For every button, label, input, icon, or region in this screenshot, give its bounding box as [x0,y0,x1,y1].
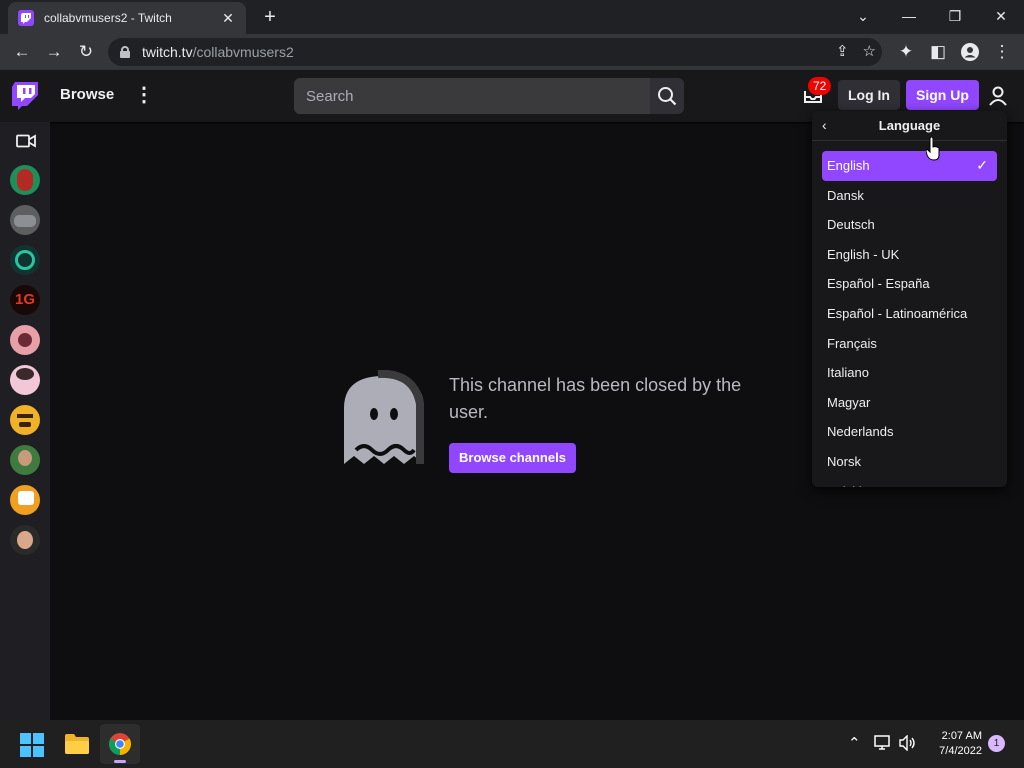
language-option[interactable]: Polski [822,477,997,487]
language-menu-header: ‹ Language [812,111,1007,141]
bookmark-star-icon[interactable]: ☆ [863,42,876,60]
language-option[interactable]: Deutsch [822,210,997,240]
profile-icon[interactable] [958,40,982,64]
url-host: twitch.tv [142,44,193,60]
channel-avatar[interactable] [10,445,40,475]
tab-search-chevron-icon[interactable]: ⌄ [840,4,886,28]
volume-icon[interactable] [899,735,917,751]
language-option[interactable]: English ✓ [822,151,997,181]
notification-badge[interactable]: 1 [988,735,1005,752]
clock-date: 7/4/2022 [939,745,982,757]
channel-avatar[interactable] [10,525,40,555]
channel-avatar[interactable] [10,365,40,395]
search-input[interactable] [306,87,650,105]
forward-arrow-icon[interactable]: → [42,40,66,64]
system-clock[interactable]: 2:07 AM 7/4/2022 [920,729,982,759]
windows-taskbar: ⌃ 2:07 AM 7/4/2022 1 [0,720,1024,768]
language-option[interactable]: Español - España [822,269,997,299]
minimize-button[interactable]: — [886,4,932,28]
followed-channels-sidebar: 1G [0,122,50,720]
close-tab-icon[interactable]: ✕ [220,10,236,27]
signup-button[interactable]: Sign Up [906,80,979,110]
channel-avatar[interactable] [10,165,40,195]
checkmark-icon: ✓ [976,157,988,173]
channel-avatar[interactable] [10,325,40,355]
restore-button[interactable]: ❐ [932,4,978,28]
browser-toolbar: ← → ↻ twitch.tv/collabvmusers2 ⇪ ☆ ✦ ◧ ⋮ [0,34,1024,70]
language-option[interactable]: Nederlands [822,417,997,447]
language-list: English ✓ Dansk Deutsch English - UK Espa… [822,151,997,487]
channel-closed-panel: This channel has been closed by the user… [340,370,760,480]
side-panel-icon[interactable]: ◧ [926,40,950,64]
chrome-taskbar-button[interactable] [100,724,140,764]
close-window-button[interactable]: ✕ [978,4,1024,28]
file-explorer-icon[interactable] [64,733,90,755]
channel-avatar[interactable] [10,245,40,275]
language-option-label: English [827,158,870,173]
back-arrow-icon[interactable]: ← [10,40,34,64]
share-icon[interactable]: ⇪ [836,42,849,60]
twitch-favicon [18,10,34,26]
active-app-indicator [114,760,126,763]
login-button[interactable]: Log In [838,80,900,110]
video-camera-icon[interactable] [16,134,36,148]
tray-chevron-up-icon[interactable]: ⌃ [848,734,861,752]
tab-title: collabvmusers2 - Twitch [44,11,172,25]
language-option[interactable]: Français [822,329,997,359]
language-option[interactable]: Italiano [822,358,997,388]
channel-avatar[interactable] [10,205,40,235]
hand-cursor-icon [926,137,940,161]
channel-avatar[interactable] [10,405,40,435]
language-option[interactable]: Dansk [822,181,997,211]
search-icon [658,87,677,106]
reload-icon[interactable]: ↻ [74,40,98,64]
lock-icon[interactable] [120,46,130,58]
language-menu: ‹ Language English ✓ Dansk Deutsch Englis… [812,111,1007,487]
browse-channels-button[interactable]: Browse channels [449,443,576,473]
language-menu-title: Language [878,118,941,133]
new-tab-button[interactable]: + [258,6,282,29]
chrome-menu-icon[interactable]: ⋮ [990,40,1014,64]
extensions-puzzle-icon[interactable]: ✦ [894,40,918,64]
browser-tab-strip: collabvmusers2 - Twitch ✕ + ⌄ — ❐ ✕ [0,0,1024,34]
language-option[interactable]: Norsk [822,447,997,477]
address-bar[interactable]: twitch.tv/collabvmusers2 ⇪ ☆ [108,38,882,66]
network-icon[interactable] [874,735,892,751]
clock-time: 2:07 AM [941,730,982,742]
user-menu-icon[interactable] [986,84,1010,108]
language-option[interactable]: Español - Latinoamérica [822,299,997,329]
language-option[interactable]: Magyar [822,388,997,418]
chrome-icon [109,733,131,755]
ghost-icon [344,370,424,464]
browser-tab[interactable]: collabvmusers2 - Twitch ✕ [8,2,246,34]
more-options-icon[interactable]: ⋮ [134,84,154,108]
inbox-count-badge: 72 [808,77,832,95]
search-box [294,78,650,114]
language-option[interactable]: English - UK [822,240,997,270]
windows-start-icon[interactable] [20,733,44,757]
channel-closed-message: This channel has been closed by the user… [449,375,742,422]
channel-avatar[interactable]: 1G [10,285,40,315]
url-path: /collabvmusers2 [192,44,294,60]
twitch-logo-icon[interactable] [12,82,38,110]
search-button[interactable] [650,78,684,114]
browse-link[interactable]: Browse [60,86,114,103]
channel-avatar[interactable] [10,485,40,515]
